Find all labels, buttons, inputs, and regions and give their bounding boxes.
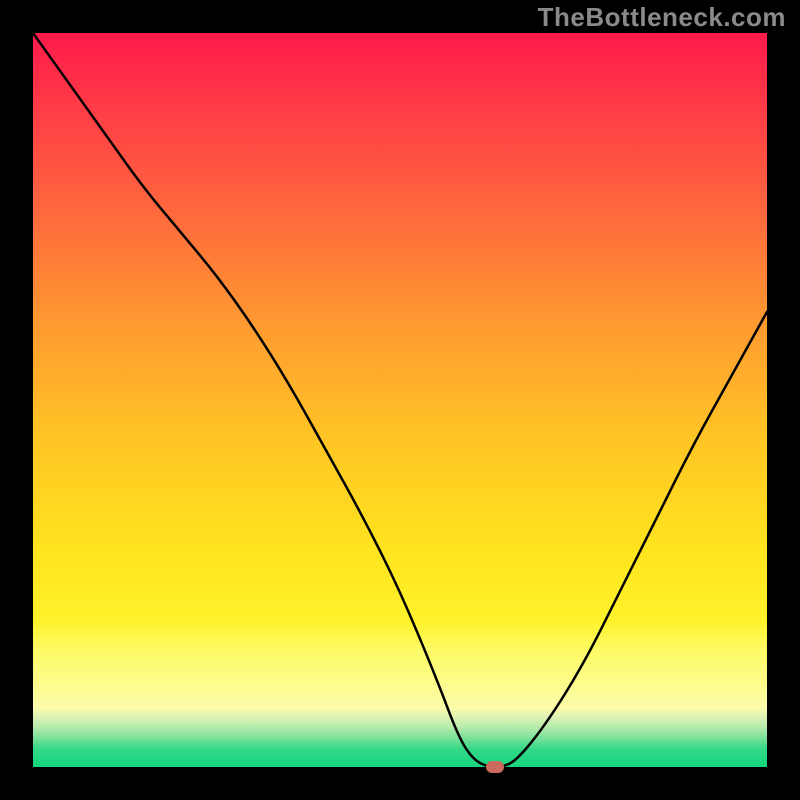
curve-svg	[33, 33, 767, 767]
optimum-marker	[486, 761, 504, 773]
curve-path	[33, 33, 767, 767]
plot-area	[33, 33, 767, 767]
chart-frame: TheBottleneck.com	[0, 0, 800, 800]
watermark-text: TheBottleneck.com	[538, 2, 786, 33]
